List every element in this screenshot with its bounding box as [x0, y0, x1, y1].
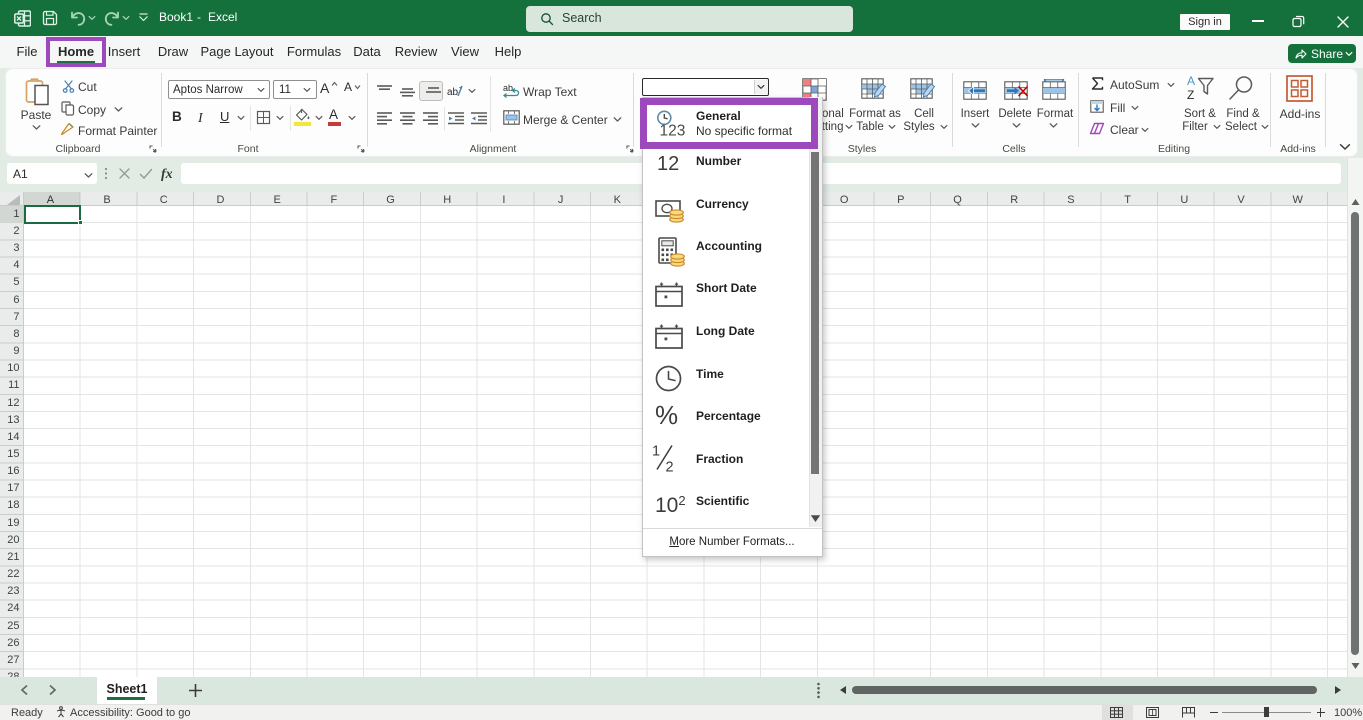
svg-text:2: 2: [666, 460, 674, 473]
svg-text:1: 1: [652, 444, 660, 460]
svg-text:ab: ab: [447, 87, 459, 98]
svg-text:A: A: [1187, 75, 1195, 88]
svg-text:Z: Z: [1187, 88, 1194, 101]
svg-text:ab: ab: [503, 83, 513, 93]
svg-text:123: 123: [660, 123, 686, 139]
